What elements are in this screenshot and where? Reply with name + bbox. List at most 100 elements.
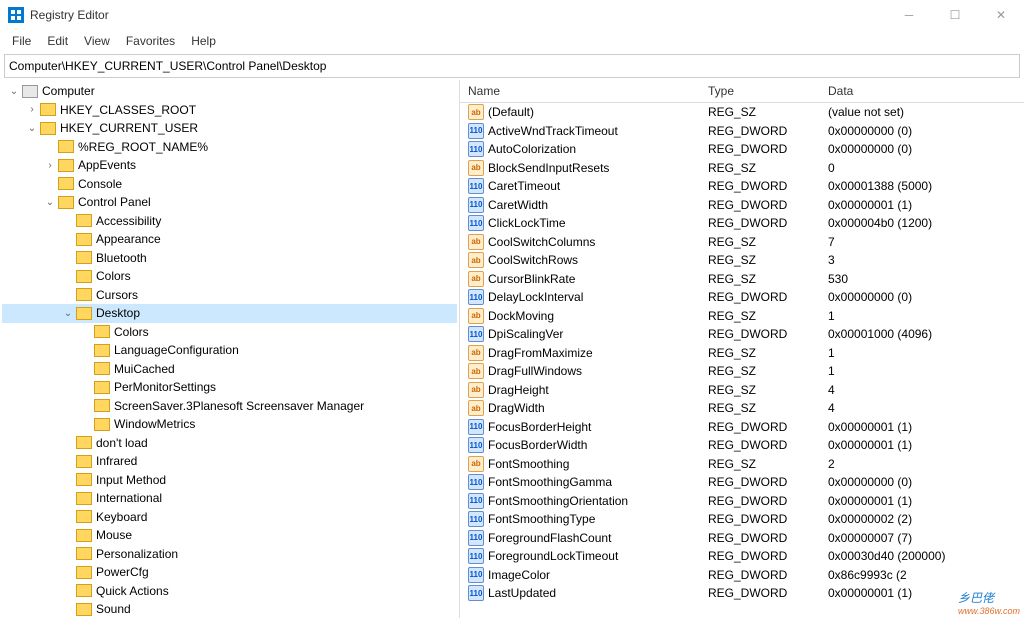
tree-node[interactable]: Appearance	[2, 230, 457, 249]
tree-node[interactable]: Accessibility	[2, 212, 457, 231]
value-row[interactable]: 110FocusBorderWidthREG_DWORD0x00000001 (…	[460, 436, 1024, 455]
address-bar[interactable]: Computer\HKEY_CURRENT_USER\Control Panel…	[4, 54, 1020, 78]
value-data: 4	[820, 401, 1024, 415]
folder-icon	[76, 307, 92, 320]
tree-node[interactable]: Colors	[2, 323, 457, 342]
tree-node[interactable]: WindowMetrics	[2, 415, 457, 434]
menu-help[interactable]: Help	[183, 32, 224, 50]
value-row[interactable]: ab(Default)REG_SZ(value not set)	[460, 103, 1024, 122]
value-row[interactable]: 110DpiScalingVerREG_DWORD0x00001000 (409…	[460, 325, 1024, 344]
menu-favorites[interactable]: Favorites	[118, 32, 183, 50]
value-row[interactable]: 110ActiveWndTrackTimeoutREG_DWORD0x00000…	[460, 122, 1024, 141]
tree-label: AppEvents	[78, 158, 136, 172]
tree-node[interactable]: ⌄Control Panel	[2, 193, 457, 212]
chevron-right-icon[interactable]: ›	[42, 160, 58, 171]
tree-node[interactable]: Bluetooth	[2, 249, 457, 268]
chevron-right-icon[interactable]: ›	[24, 104, 40, 115]
tree-node[interactable]: Personalization	[2, 545, 457, 564]
chevron-down-icon[interactable]: ⌄	[42, 197, 58, 208]
chevron-down-icon[interactable]: ⌄	[24, 123, 40, 134]
close-button[interactable]: ✕	[978, 0, 1024, 30]
value-type: REG_SZ	[700, 253, 820, 267]
value-row[interactable]: abBlockSendInputResetsREG_SZ0	[460, 159, 1024, 178]
value-row[interactable]: 110DelayLockIntervalREG_DWORD0x00000000 …	[460, 288, 1024, 307]
menu-file[interactable]: File	[4, 32, 39, 50]
value-row[interactable]: 110LastUpdatedREG_DWORD0x00000001 (1)	[460, 584, 1024, 603]
tree-node[interactable]: Quick Actions	[2, 582, 457, 601]
value-row[interactable]: 110ForegroundLockTimeoutREG_DWORD0x00030…	[460, 547, 1024, 566]
tree-node[interactable]: Sound	[2, 600, 457, 618]
tree-node[interactable]: ⌄ HKEY_CURRENT_USER	[2, 119, 457, 138]
value-row[interactable]: 110ForegroundFlashCountREG_DWORD0x000000…	[460, 529, 1024, 548]
tree-node[interactable]: Keyboard	[2, 508, 457, 527]
folder-icon	[94, 362, 110, 375]
tree-label: HKEY_CURRENT_USER	[60, 121, 198, 135]
tree-label: ScreenSaver.3Planesoft Screensaver Manag…	[114, 399, 364, 413]
tree-node[interactable]: Colors	[2, 267, 457, 286]
tree-pane[interactable]: ⌄ Computer ›HKEY_CLASSES_ROOT ⌄ HKEY_CURRENT…	[0, 80, 460, 618]
value-row[interactable]: 110FontSmoothingTypeREG_DWORD0x00000002 …	[460, 510, 1024, 529]
tree-node[interactable]: Infrared	[2, 452, 457, 471]
minimize-button[interactable]: ─	[886, 0, 932, 30]
header-name[interactable]: Name	[460, 80, 700, 102]
value-row[interactable]: 110FocusBorderHeightREG_DWORD0x00000001 …	[460, 418, 1024, 437]
tree-label: Computer	[42, 84, 95, 98]
tree-label: Cursors	[96, 288, 138, 302]
value-name: CoolSwitchRows	[488, 253, 578, 267]
tree-node[interactable]: PerMonitorSettings	[2, 378, 457, 397]
value-row[interactable]: abDockMovingREG_SZ1	[460, 307, 1024, 326]
value-row[interactable]: abDragFromMaximizeREG_SZ1	[460, 344, 1024, 363]
tree-node[interactable]: Cursors	[2, 286, 457, 305]
value-row[interactable]: abDragWidthREG_SZ4	[460, 399, 1024, 418]
string-value-icon: ab	[468, 104, 484, 120]
tree-node[interactable]: MuiCached	[2, 360, 457, 379]
value-data: 0x00001388 (5000)	[820, 179, 1024, 193]
value-row[interactable]: 110ClickLockTimeREG_DWORD0x000004b0 (120…	[460, 214, 1024, 233]
titlebar: Registry Editor ─ ☐ ✕	[0, 0, 1024, 30]
value-row[interactable]: abCoolSwitchColumnsREG_SZ7	[460, 233, 1024, 252]
folder-icon	[76, 455, 92, 468]
menu-edit[interactable]: Edit	[39, 32, 76, 50]
tree-node[interactable]: PowerCfg	[2, 563, 457, 582]
value-data: 7	[820, 235, 1024, 249]
menu-view[interactable]: View	[76, 32, 118, 50]
tree-node[interactable]: International	[2, 489, 457, 508]
dword-value-icon: 110	[468, 197, 484, 213]
tree-label: Bluetooth	[96, 251, 147, 265]
value-row[interactable]: 110FontSmoothingGammaREG_DWORD0x00000000…	[460, 473, 1024, 492]
tree-node[interactable]: %REG_ROOT_NAME%	[2, 138, 457, 157]
string-value-icon: ab	[468, 234, 484, 250]
tree-node[interactable]: Mouse	[2, 526, 457, 545]
value-data: 530	[820, 272, 1024, 286]
tree-node[interactable]: LanguageConfiguration	[2, 341, 457, 360]
value-row[interactable]: 110CaretTimeoutREG_DWORD0x00001388 (5000…	[460, 177, 1024, 196]
value-row[interactable]: 110AutoColorizationREG_DWORD0x00000000 (…	[460, 140, 1024, 159]
value-name: FontSmoothingType	[488, 512, 595, 526]
tree-node[interactable]: ⌄Desktop	[2, 304, 457, 323]
maximize-button[interactable]: ☐	[932, 0, 978, 30]
tree-node[interactable]: ⌄ Computer	[2, 82, 457, 101]
value-row[interactable]: 110CaretWidthREG_DWORD0x00000001 (1)	[460, 196, 1024, 215]
header-type[interactable]: Type	[700, 80, 820, 102]
value-row[interactable]: 110ImageColorREG_DWORD0x86c9993c (2	[460, 566, 1024, 585]
tree-node[interactable]: Input Method	[2, 471, 457, 490]
chevron-down-icon[interactable]: ⌄	[6, 86, 22, 97]
chevron-down-icon[interactable]: ⌄	[60, 308, 76, 319]
tree-node[interactable]: › AppEvents	[2, 156, 457, 175]
value-row[interactable]: abDragHeightREG_SZ4	[460, 381, 1024, 400]
tree-node[interactable]: ›HKEY_CLASSES_ROOT	[2, 101, 457, 120]
tree-node[interactable]: Console	[2, 175, 457, 194]
value-row[interactable]: 110FontSmoothingOrientationREG_DWORD0x00…	[460, 492, 1024, 511]
header-data[interactable]: Data	[820, 80, 1024, 102]
tree-node[interactable]: ScreenSaver.3Planesoft Screensaver Manag…	[2, 397, 457, 416]
value-type: REG_SZ	[700, 346, 820, 360]
tree-node[interactable]: don't load	[2, 434, 457, 453]
value-row[interactable]: abDragFullWindowsREG_SZ1	[460, 362, 1024, 381]
value-row[interactable]: abFontSmoothingREG_SZ2	[460, 455, 1024, 474]
value-type: REG_DWORD	[700, 420, 820, 434]
value-row[interactable]: abCursorBlinkRateREG_SZ530	[460, 270, 1024, 289]
value-row[interactable]: abCoolSwitchRowsREG_SZ3	[460, 251, 1024, 270]
list-pane[interactable]: Name Type Data ab(Default)REG_SZ(value n…	[460, 80, 1024, 618]
value-data: 3	[820, 253, 1024, 267]
tree-label: Personalization	[96, 547, 178, 561]
